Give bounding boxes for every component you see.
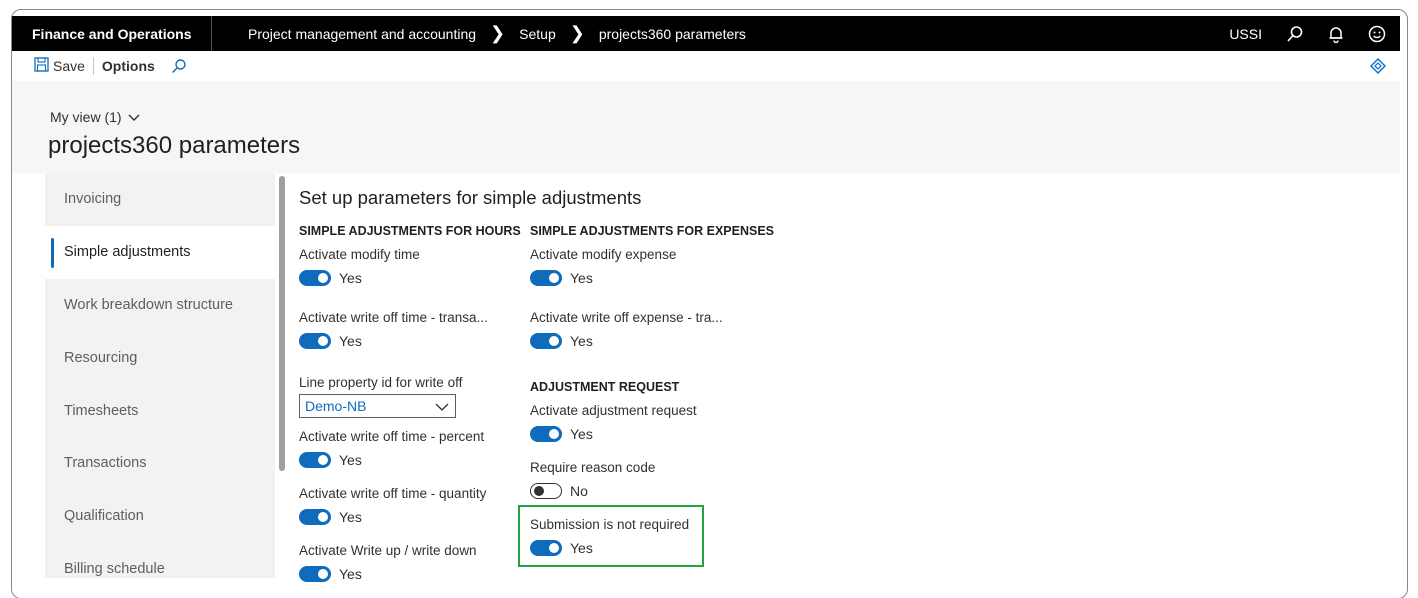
action-pane: Save Options xyxy=(12,51,1400,81)
nav-item-invoicing[interactable]: Invoicing xyxy=(45,173,275,226)
page-header: My view (1) projects360 parameters xyxy=(12,81,1400,173)
line-property-select[interactable]: Demo-NB xyxy=(299,394,456,418)
save-icon xyxy=(34,57,49,75)
chevron-right-icon: ❯ xyxy=(569,23,585,43)
hours-group-header: SIMPLE ADJUSTMENTS FOR HOURS xyxy=(299,224,521,238)
highlight-box xyxy=(518,505,704,567)
view-label: My view (1) xyxy=(50,109,122,125)
nav-item-label: Simple adjustments xyxy=(64,244,191,261)
nav-item-label: Transactions xyxy=(64,455,147,472)
search-icon[interactable] xyxy=(163,51,195,81)
nav-item-timesheets[interactable]: Timesheets xyxy=(45,384,275,437)
bell-icon[interactable] xyxy=(1328,25,1344,43)
field-write-off-percent: Activate write off time - percent Yes xyxy=(299,429,529,468)
field-activate-adjustment-request: Activate adjustment request Yes xyxy=(530,403,790,442)
write-off-transaction-toggle[interactable] xyxy=(299,333,331,349)
field-label: Activate write off time - percent xyxy=(299,429,485,444)
field-label: Activate modify time xyxy=(299,247,420,262)
field-label: Activate adjustment request xyxy=(530,403,697,418)
chevron-right-icon: ❯ xyxy=(490,23,506,43)
toggle-value: Yes xyxy=(339,566,362,582)
breadcrumb: Project management and accounting ❯ Setu… xyxy=(248,23,746,44)
nav-item-resourcing[interactable]: Resourcing xyxy=(45,331,275,384)
nav-item-label: Timesheets xyxy=(64,402,139,419)
toggle-value: Yes xyxy=(570,270,593,286)
field-write-up-down: Activate Write up / write down Yes xyxy=(299,543,529,582)
select-value: Demo-NB xyxy=(305,398,367,414)
view-selector[interactable]: My view (1) xyxy=(50,109,140,125)
chevron-down-icon xyxy=(128,109,140,125)
nav-item-label: Resourcing xyxy=(64,349,138,366)
toggle-value: Yes xyxy=(339,509,362,525)
field-require-reason-code: Require reason code No xyxy=(530,460,790,499)
adjustment-request-header: ADJUSTMENT REQUEST xyxy=(530,380,680,394)
toggle-value: Yes xyxy=(339,452,362,468)
adjustment-request-toggle[interactable] xyxy=(530,426,562,442)
save-label: Save xyxy=(53,58,85,74)
field-label: Activate modify expense xyxy=(530,247,677,262)
nav-item-work-breakdown-structure[interactable]: Work breakdown structure xyxy=(45,279,275,332)
parameters-content: Set up parameters for simple adjustments… xyxy=(299,185,1399,585)
write-off-expense-toggle[interactable] xyxy=(530,333,562,349)
expenses-group-header: SIMPLE ADJUSTMENTS FOR EXPENSES xyxy=(530,224,775,238)
page-title: projects360 parameters xyxy=(48,132,301,159)
search-icon[interactable] xyxy=(1286,25,1304,43)
diamond-icon[interactable] xyxy=(1362,51,1400,81)
nav-item-transactions[interactable]: Transactions xyxy=(45,437,275,490)
field-label: Activate write off expense - tra... xyxy=(530,310,723,325)
field-label: Activate write off time - quantity xyxy=(299,486,487,501)
toggle-value: Yes xyxy=(339,333,362,349)
section-title: Set up parameters for simple adjustments xyxy=(299,187,642,208)
top-navigation-bar: Finance and Operations Project managemen… xyxy=(12,16,1400,51)
nav-item-label: Qualification xyxy=(64,508,144,525)
nav-item-label: Billing schedule xyxy=(64,560,165,577)
field-write-off-quantity: Activate write off time - quantity Yes xyxy=(299,486,529,525)
field-line-property: Line property id for write off Demo-NB xyxy=(299,375,529,418)
side-navigation: Invoicing Simple adjustments Work breakd… xyxy=(45,173,275,578)
options-button[interactable]: Options xyxy=(94,51,163,81)
reason-code-toggle[interactable] xyxy=(530,483,562,499)
field-modify-time: Activate modify time Yes xyxy=(299,247,529,286)
breadcrumb-item-page[interactable]: projects360 parameters xyxy=(599,26,746,42)
toggle-value: Yes xyxy=(570,333,593,349)
nav-item-label: Invoicing xyxy=(64,191,122,208)
company-picker[interactable]: USSI xyxy=(1229,26,1262,42)
save-button[interactable]: Save xyxy=(12,51,93,81)
toggle-value: Yes xyxy=(570,426,593,442)
field-write-off-expense: Activate write off expense - tra... Yes xyxy=(530,310,790,349)
field-label: Line property id for write off xyxy=(299,375,463,390)
modify-expense-toggle[interactable] xyxy=(530,270,562,286)
write-off-quantity-toggle[interactable] xyxy=(299,509,331,525)
breadcrumb-item-module[interactable]: Project management and accounting xyxy=(248,26,476,42)
hours-column: SIMPLE ADJUSTMENTS FOR HOURS Activate mo… xyxy=(299,224,529,582)
app-name[interactable]: Finance and Operations xyxy=(12,16,212,51)
field-label: Activate Write up / write down xyxy=(299,543,477,558)
nav-scrollbar[interactable] xyxy=(279,176,285,471)
field-label: Require reason code xyxy=(530,460,656,475)
write-off-percent-toggle[interactable] xyxy=(299,452,331,468)
modify-time-toggle[interactable] xyxy=(299,270,331,286)
toggle-value: No xyxy=(570,483,588,499)
nav-item-label: Work breakdown structure xyxy=(64,296,233,313)
breadcrumb-item-setup[interactable]: Setup xyxy=(519,26,556,42)
field-label: Activate write off time - transa... xyxy=(299,310,488,325)
write-up-down-toggle[interactable] xyxy=(299,566,331,582)
toggle-value: Yes xyxy=(339,270,362,286)
nav-item-simple-adjustments[interactable]: Simple adjustments xyxy=(45,225,275,279)
field-modify-expense: Activate modify expense Yes xyxy=(530,247,790,286)
field-write-off-transaction: Activate write off time - transa... Yes xyxy=(299,310,529,349)
chevron-down-icon xyxy=(435,398,449,414)
nav-item-qualification[interactable]: Qualification xyxy=(45,490,275,543)
smiley-icon[interactable] xyxy=(1368,25,1386,43)
nav-item-billing-schedule[interactable]: Billing schedule xyxy=(45,543,275,578)
